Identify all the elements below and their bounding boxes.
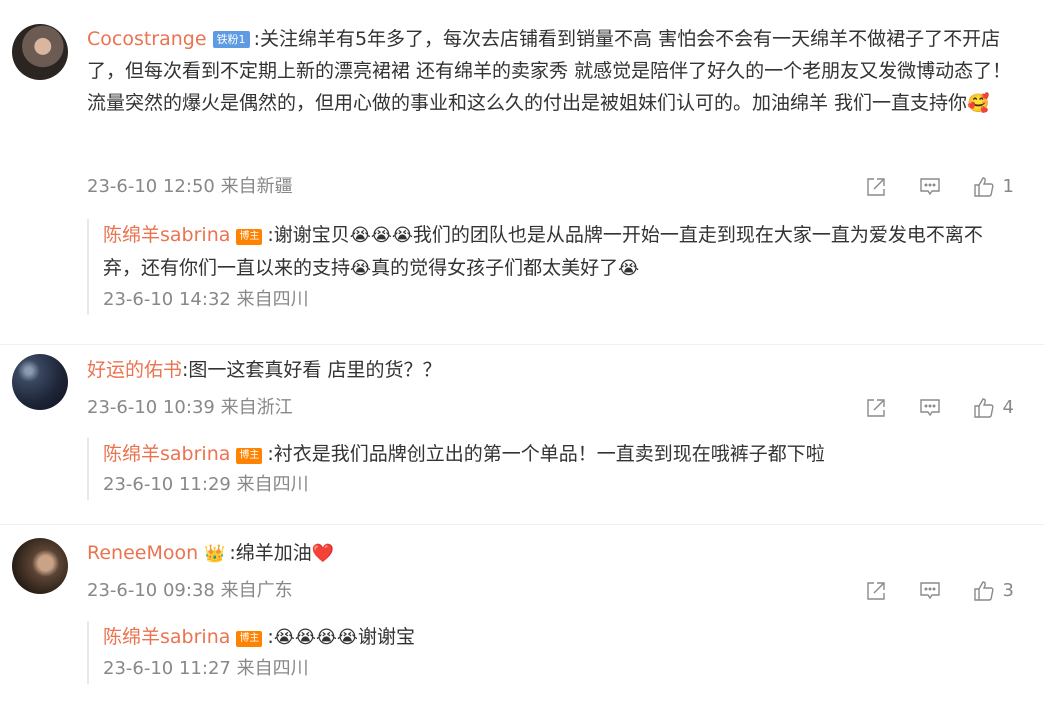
comment-time: 23-6-10 09:38 — [87, 580, 215, 601]
comment-meta: 23-6-10 10:39 来自浙江 — [87, 394, 293, 422]
reply-item: 陈绵羊sabrina 博主:😭😭😭😭谢谢宝 23-6-10 11:27 来自四川 — [87, 621, 1008, 684]
share-icon[interactable] — [863, 395, 889, 421]
reply-body: :衬衣是我们品牌创立出的第一个单品！一直卖到现在哦裤子都下啦 — [267, 443, 825, 465]
host-badge: 博主 — [236, 448, 263, 464]
like-count: 4 — [1002, 397, 1014, 418]
comment-username[interactable]: Cocostrange — [87, 28, 207, 50]
reply-username[interactable]: 陈绵羊sabrina — [103, 224, 230, 246]
reply-text: 陈绵羊sabrina 博主:衬衣是我们品牌创立出的第一个单品！一直卖到现在哦裤子都… — [103, 438, 1008, 470]
comment-time: 23-6-10 10:39 — [87, 397, 215, 418]
comment-username[interactable]: 好运的佑书 — [87, 359, 182, 381]
heart-icon: ❤️ — [311, 543, 335, 564]
emoji: 😭😭😭 — [349, 225, 413, 246]
divider — [0, 344, 1044, 345]
avatar[interactable] — [12, 538, 68, 594]
comment-body: :图一这套真好看 店里的货？？ — [182, 359, 442, 381]
reply-text: 陈绵羊sabrina 博主:😭😭😭😭谢谢宝 — [103, 621, 1008, 654]
comment-actions: 4 — [863, 394, 1014, 422]
comment-text: ReneeMoon 👑:绵羊加油❤️ — [87, 537, 1017, 570]
reply-meta: 23-6-10 11:29 来自四川 — [103, 470, 1008, 500]
comment-actions: 1 — [863, 173, 1014, 201]
share-icon[interactable] — [863, 578, 889, 604]
comment-icon[interactable] — [917, 395, 943, 421]
thumbs-up-icon[interactable] — [971, 395, 997, 421]
divider — [0, 524, 1044, 525]
thumbs-up-icon[interactable] — [971, 578, 997, 604]
reply-location: 来自四川 — [236, 658, 309, 679]
emoji: 😭😭😭😭 — [273, 627, 358, 648]
comment-location: 来自广东 — [220, 580, 293, 601]
avatar[interactable] — [12, 24, 68, 80]
comment-text: Cocostrange 铁粉1:关注绵羊有5年多了，每次去店铺看到销量不高 害怕会… — [87, 23, 1017, 120]
thumbs-up-icon[interactable] — [971, 174, 997, 200]
comment-time: 23-6-10 12:50 — [87, 176, 215, 197]
reply-username[interactable]: 陈绵羊sabrina — [103, 626, 230, 648]
comment-icon[interactable] — [917, 174, 943, 200]
host-badge: 博主 — [236, 229, 263, 245]
like-count: 1 — [1002, 176, 1014, 197]
comment-username[interactable]: ReneeMoon — [87, 542, 198, 564]
comment-meta: 23-6-10 09:38 来自广东 — [87, 577, 293, 605]
comment-location: 来自浙江 — [220, 397, 293, 418]
share-icon[interactable] — [863, 174, 889, 200]
reply-item: 陈绵羊sabrina 博主:谢谢宝贝😭😭😭我们的团队也是从品牌一开始一直走到现在大… — [87, 219, 1008, 315]
emoji: 😭 — [618, 258, 640, 279]
reply-meta: 23-6-10 14:32 来自四川 — [103, 285, 1008, 315]
like-count: 3 — [1002, 580, 1014, 601]
comment-location: 来自新疆 — [220, 176, 293, 197]
reply-location: 来自四川 — [236, 289, 309, 310]
reply-time: 23-6-10 14:32 — [103, 289, 231, 310]
comment-icon[interactable] — [917, 578, 943, 604]
reply-location: 来自四川 — [236, 474, 309, 495]
reply-item: 陈绵羊sabrina 博主:衬衣是我们品牌创立出的第一个单品！一直卖到现在哦裤子都… — [87, 438, 1008, 500]
crown-icon: 👑 — [204, 544, 226, 564]
fan-badge[interactable]: 铁粉1 — [212, 31, 250, 48]
reply-time: 23-6-10 11:29 — [103, 474, 231, 495]
host-badge: 博主 — [236, 631, 263, 647]
comment-body: :绵羊加油 — [229, 542, 312, 564]
comment-actions: 3 — [863, 577, 1014, 605]
reply-time: 23-6-10 11:27 — [103, 658, 231, 679]
emoji: 😭 — [350, 258, 372, 279]
reply-text: 陈绵羊sabrina 博主:谢谢宝贝😭😭😭我们的团队也是从品牌一开始一直走到现在大… — [103, 219, 1008, 285]
emoji: 🥰 — [967, 93, 990, 114]
reply-body-b: 谢谢宝 — [357, 626, 415, 648]
reply-body-a: :谢谢宝贝 — [267, 224, 350, 246]
comment-meta: 23-6-10 12:50 来自新疆 — [87, 173, 293, 201]
reply-meta: 23-6-10 11:27 来自四川 — [103, 654, 1008, 684]
avatar[interactable] — [12, 354, 68, 410]
comment-text: 好运的佑书:图一这套真好看 店里的货？？ — [87, 354, 1017, 386]
reply-username[interactable]: 陈绵羊sabrina — [103, 443, 230, 465]
reply-body-c: 真的觉得女孩子们都太美好了 — [371, 257, 619, 279]
